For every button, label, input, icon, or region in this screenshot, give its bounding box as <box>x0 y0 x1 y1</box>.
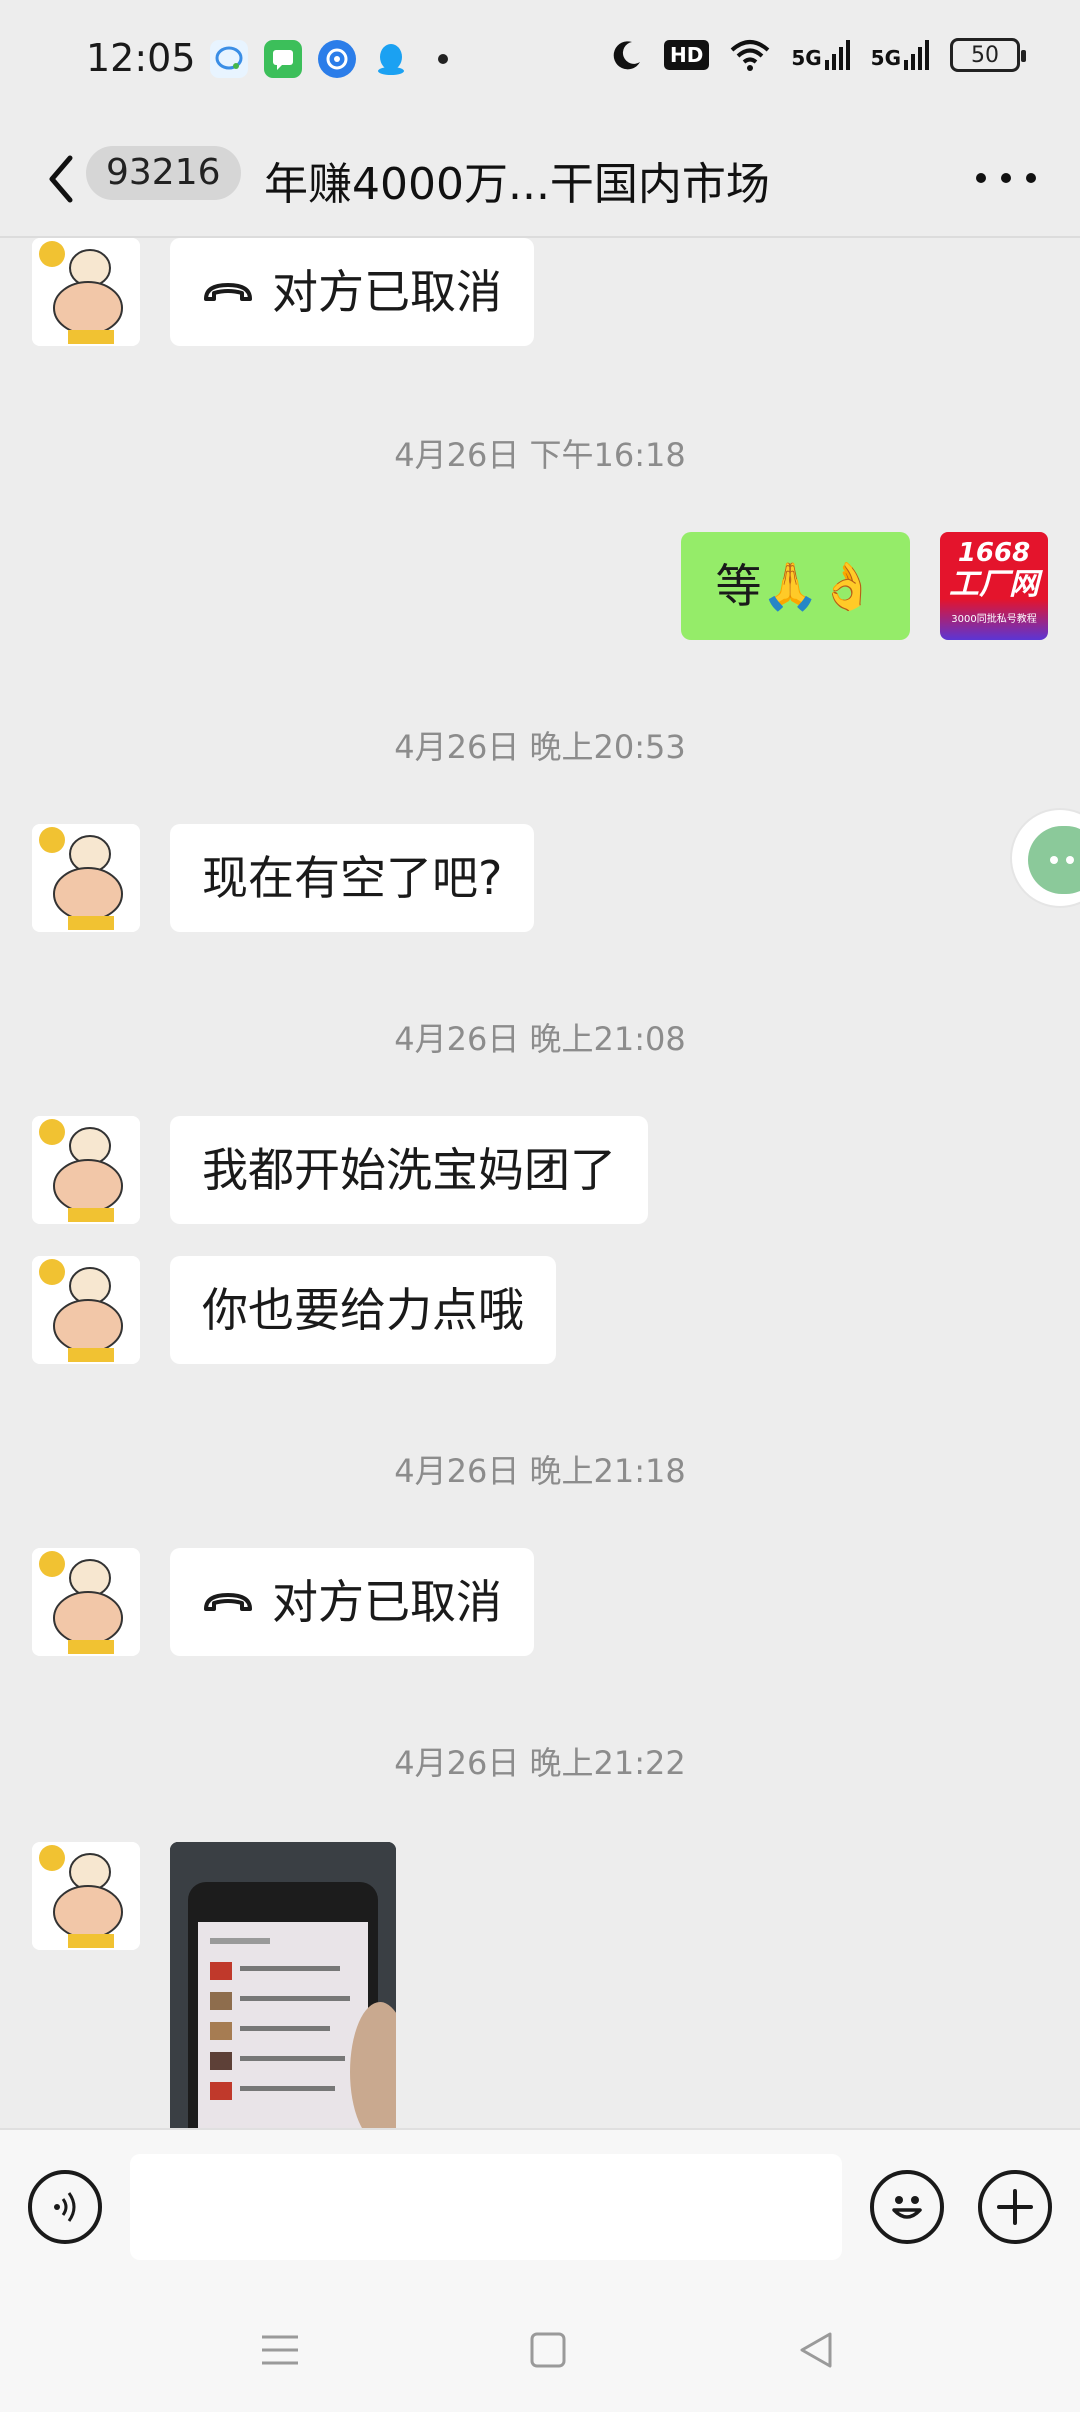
plus-icon <box>997 2189 1033 2225</box>
message-text: 对方已取消 <box>272 1575 502 1629</box>
more-options-button[interactable] <box>976 150 1036 206</box>
voice-icon <box>54 2192 76 2222</box>
self-avatar-line2: 工厂网 <box>949 567 1039 602</box>
contact-avatar[interactable] <box>32 1548 140 1656</box>
more-dot-icon <box>976 173 986 183</box>
chat-bubble-icon <box>210 40 248 78</box>
message-bubble[interactable]: 你也要给力点哦 <box>170 1256 556 1364</box>
contact-avatar[interactable] <box>32 824 140 932</box>
wifi-icon <box>730 40 770 71</box>
back-nav-button[interactable] <box>786 2320 846 2380</box>
timestamp: 4月26日 晚上21:08 <box>394 1020 686 1058</box>
browser-icon <box>318 40 356 78</box>
timestamp: 4月26日 晚上20:53 <box>394 728 686 766</box>
system-icons: HD 5G 5G 50 <box>610 38 1026 72</box>
emoji-button[interactable] <box>870 2170 944 2244</box>
battery-icon: 50 <box>950 38 1026 72</box>
input-bar <box>0 2128 1080 2286</box>
chat-title: 年赚4000万...干国内市场 <box>264 159 770 210</box>
timestamp: 4月26日 晚上21:18 <box>394 1452 686 1490</box>
network-type-2: 5G <box>870 46 901 70</box>
hd-icon: HD <box>663 40 710 70</box>
notification-icons <box>210 40 448 78</box>
chat-header: 93216 年赚4000万...干国内市场 <box>0 120 1080 238</box>
timestamp: 4月26日 下午16:18 <box>394 436 686 474</box>
more-dot-icon <box>1001 173 1011 183</box>
contact-avatar[interactable] <box>32 1842 140 1950</box>
contact-avatar[interactable] <box>32 238 140 346</box>
self-avatar-line3: 3000同批私号教程 <box>951 614 1037 625</box>
message-icon <box>264 40 302 78</box>
unread-count-badge[interactable]: 93216 <box>86 146 241 200</box>
phone-hangup-icon <box>204 283 252 301</box>
message-list[interactable]: 对方已取消 4月26日 下午16:18 等🙏👌 1668 工厂网 3000同批私… <box>0 238 1080 2128</box>
call-cancelled-bubble[interactable]: 对方已取消 <box>170 1548 534 1656</box>
message-input[interactable] <box>130 2154 842 2260</box>
call-cancelled-bubble[interactable]: 对方已取消 <box>170 238 534 346</box>
triangle-back-icon <box>800 2332 832 2368</box>
system-nav-bar <box>0 2286 1080 2412</box>
menu-nav-button[interactable] <box>250 2320 310 2380</box>
moon-icon <box>613 41 640 70</box>
contact-avatar[interactable] <box>32 1256 140 1364</box>
menu-icon <box>262 2335 298 2365</box>
self-avatar[interactable]: 1668 工厂网 3000同批私号教程 <box>940 532 1048 640</box>
square-icon <box>530 2332 566 2368</box>
message-bubble[interactable]: 我都开始洗宝妈团了 <box>170 1116 648 1224</box>
back-button[interactable] <box>36 144 86 214</box>
self-avatar-line1: 1668 <box>957 538 1031 568</box>
qq-icon <box>372 40 410 78</box>
status-bar: 12:05 HD 5G 5G 50 <box>0 0 1080 120</box>
home-nav-button[interactable] <box>518 2320 578 2380</box>
image-message[interactable] <box>170 1842 396 2128</box>
phone-hangup-icon <box>204 1593 252 1611</box>
contact-avatar[interactable] <box>32 1116 140 1224</box>
timestamp: 4月26日 晚上21:22 <box>394 1744 686 1782</box>
more-notifications-dot <box>438 54 448 64</box>
more-functions-button[interactable] <box>978 2170 1052 2244</box>
floating-window-tab[interactable] <box>1010 808 1080 908</box>
voice-input-button[interactable] <box>28 2170 102 2244</box>
status-time: 12:05 <box>86 36 196 80</box>
smiley-icon <box>892 2196 922 2219</box>
self-message-bubble[interactable]: 等🙏👌 <box>681 532 910 640</box>
more-dot-icon <box>1026 173 1036 183</box>
chevron-left-icon <box>49 155 73 203</box>
message-bubble[interactable]: 现在有空了吧? <box>170 824 535 932</box>
signal-1-icon: 5G <box>791 40 850 70</box>
signal-2-icon: 5G <box>871 40 930 70</box>
message-text: 对方已取消 <box>272 265 502 319</box>
network-type-1: 5G <box>791 46 822 70</box>
